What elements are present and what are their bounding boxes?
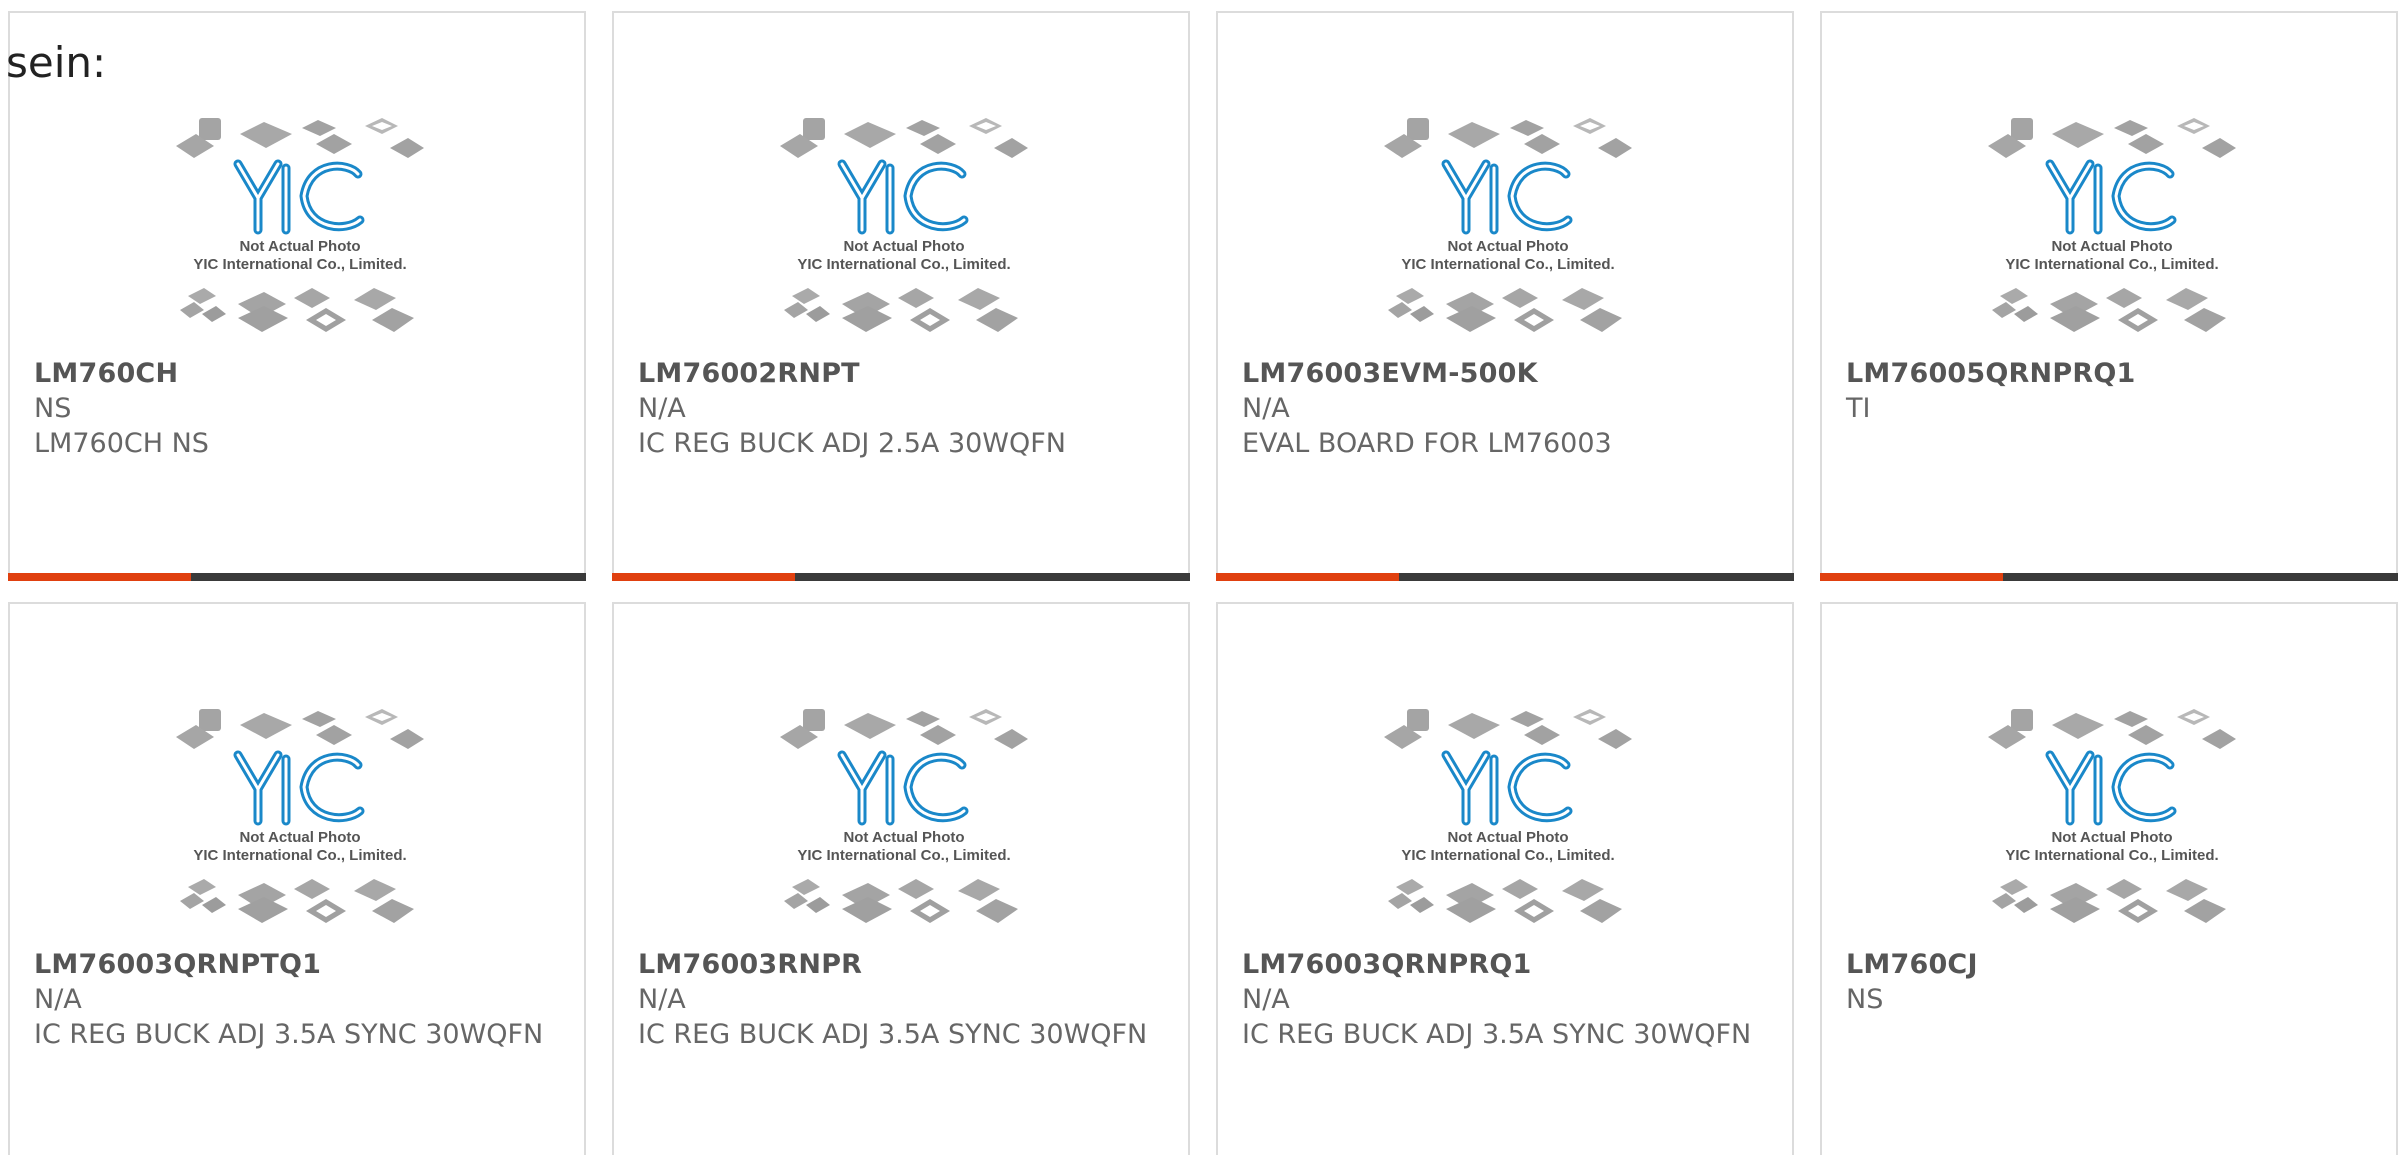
placeholder-line1: Not Actual Photo [239, 238, 360, 255]
product-card-lm76003rnpr[interactable]: Not Actual Photo YIC International Co., … [612, 602, 1190, 1155]
placeholder-line1: Not Actual Photo [239, 829, 360, 846]
placeholder-photo: Not Actual Photo YIC International Co., … [780, 118, 1028, 332]
chip-icons-top [176, 118, 424, 158]
part-number[interactable]: LM76002RNPT [638, 358, 860, 389]
card-accent-highlight [1216, 573, 1399, 581]
placeholder-photo: Not Actual Photo YIC International Co., … [1988, 709, 2236, 923]
part-number[interactable]: LM760CH [34, 358, 178, 389]
placeholder-line2: YIC International Co., Limited. [797, 847, 1010, 864]
yic-logo [233, 159, 365, 235]
lead-text: sein: [6, 38, 107, 87]
chip-icons-bottom [784, 879, 1018, 923]
card-accent-highlight [8, 573, 191, 581]
chip-icons-bottom [1992, 288, 2226, 332]
card-accent-bar [1820, 573, 2398, 581]
yic-logo [233, 750, 365, 826]
yic-logo [837, 159, 969, 235]
part-number[interactable]: LM76003QRNPRQ1 [1242, 949, 1531, 980]
placeholder-line1: Not Actual Photo [1447, 238, 1568, 255]
manufacturer: N/A [1242, 984, 1290, 1015]
product-card-lm76002rnpt[interactable]: Not Actual Photo YIC International Co., … [612, 11, 1190, 581]
chip-icons-top [1988, 709, 2236, 749]
chip-icons-bottom [1992, 879, 2226, 923]
placeholder-line2: YIC International Co., Limited. [193, 847, 406, 864]
manufacturer: N/A [638, 984, 686, 1015]
placeholder-photo: Not Actual Photo YIC International Co., … [1384, 118, 1632, 332]
yic-logo [1441, 750, 1573, 826]
yic-logo [1441, 159, 1573, 235]
part-number[interactable]: LM76003QRNPTQ1 [34, 949, 321, 980]
part-number[interactable]: LM76003EVM-500K [1242, 358, 1538, 389]
placeholder-line2: YIC International Co., Limited. [193, 256, 406, 273]
manufacturer: N/A [1242, 393, 1290, 424]
manufacturer: TI [1846, 393, 1871, 424]
chip-icons-bottom [1388, 879, 1622, 923]
product-card-lm76003qrnptq1[interactable]: Not Actual Photo YIC International Co., … [8, 602, 586, 1155]
chip-icons-top [176, 709, 424, 749]
product-card-lm760cj[interactable]: Not Actual Photo YIC International Co., … [1820, 602, 2398, 1155]
placeholder-photo: Not Actual Photo YIC International Co., … [176, 118, 424, 332]
placeholder-photo: Not Actual Photo YIC International Co., … [176, 709, 424, 923]
product-card-lm76003evm-500k[interactable]: Not Actual Photo YIC International Co., … [1216, 11, 1794, 581]
placeholder-line1: Not Actual Photo [843, 238, 964, 255]
yic-logo [837, 750, 969, 826]
placeholder-photo: Not Actual Photo YIC International Co., … [780, 709, 1028, 923]
part-number[interactable]: LM760CJ [1846, 949, 1978, 980]
description: IC REG BUCK ADJ 2.5A 30WQFN [638, 428, 1066, 459]
chip-icons-top [1384, 118, 1632, 158]
manufacturer: NS [34, 393, 72, 424]
manufacturer: NS [1846, 984, 1884, 1015]
card-accent-bar [1216, 573, 1794, 581]
chip-icons-bottom [180, 288, 414, 332]
description: IC REG BUCK ADJ 3.5A SYNC 30WQFN [638, 1019, 1148, 1050]
placeholder-line2: YIC International Co., Limited. [797, 256, 1010, 273]
placeholder-line2: YIC International Co., Limited. [2005, 256, 2218, 273]
chip-icons-top [1384, 709, 1632, 749]
part-number[interactable]: LM76003RNPR [638, 949, 862, 980]
chip-icons-bottom [784, 288, 1018, 332]
description: EVAL BOARD FOR LM76003 [1242, 428, 1612, 459]
product-card-lm760ch[interactable]: Not Actual Photo YIC International Co., … [8, 11, 586, 581]
manufacturer: N/A [638, 393, 686, 424]
description: IC REG BUCK ADJ 3.5A SYNC 30WQFN [1242, 1019, 1752, 1050]
chip-icons-top [1988, 118, 2236, 158]
placeholder-line2: YIC International Co., Limited. [1401, 847, 1614, 864]
chip-icons-top [780, 709, 1028, 749]
description: LM760CH NS [34, 428, 209, 459]
placeholder-line1: Not Actual Photo [843, 829, 964, 846]
placeholder-line1: Not Actual Photo [2051, 238, 2172, 255]
yic-logo [2045, 750, 2177, 826]
page: sein: Not Actual Photo YIC International… [0, 0, 2400, 1155]
description: IC REG BUCK ADJ 3.5A SYNC 30WQFN [34, 1019, 544, 1050]
card-accent-bar [8, 573, 586, 581]
placeholder-photo: Not Actual Photo YIC International Co., … [1988, 118, 2236, 332]
placeholder-line1: Not Actual Photo [1447, 829, 1568, 846]
placeholder-line1: Not Actual Photo [2051, 829, 2172, 846]
product-card-lm76003qrnprq1[interactable]: Not Actual Photo YIC International Co., … [1216, 602, 1794, 1155]
chip-icons-bottom [1388, 288, 1622, 332]
card-accent-highlight [612, 573, 795, 581]
card-accent-bar [612, 573, 1190, 581]
product-card-lm76005qrnprq1[interactable]: Not Actual Photo YIC International Co., … [1820, 11, 2398, 581]
chip-icons-bottom [180, 879, 414, 923]
part-number[interactable]: LM76005QRNPRQ1 [1846, 358, 2135, 389]
placeholder-photo: Not Actual Photo YIC International Co., … [1384, 709, 1632, 923]
placeholder-line2: YIC International Co., Limited. [1401, 256, 1614, 273]
chip-icons-top [780, 118, 1028, 158]
placeholder-line2: YIC International Co., Limited. [2005, 847, 2218, 864]
manufacturer: N/A [34, 984, 82, 1015]
card-accent-highlight [1820, 573, 2003, 581]
yic-logo [2045, 159, 2177, 235]
